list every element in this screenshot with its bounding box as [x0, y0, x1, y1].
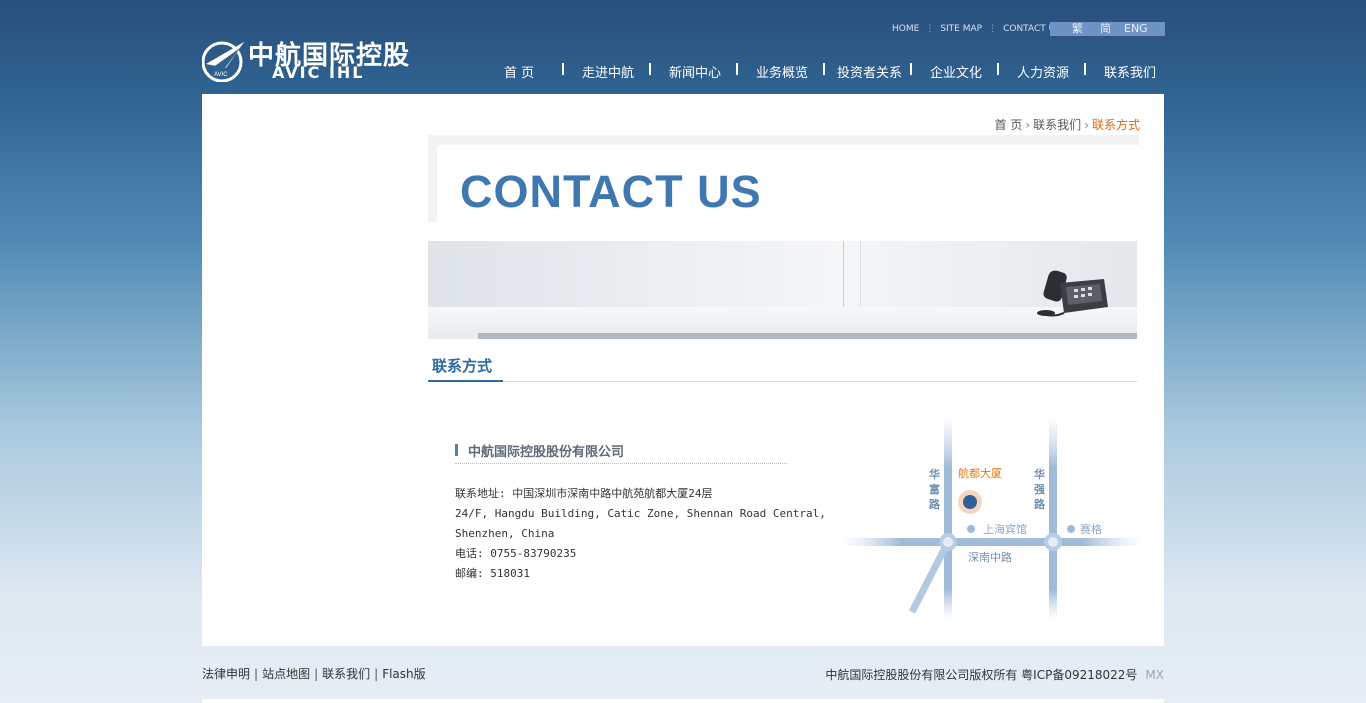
bottom-edge [202, 699, 1164, 703]
logo-mark-text: AVIC [214, 72, 228, 78]
nav-separator [736, 63, 738, 75]
footer-link-sitemap[interactable]: 站点地图 [262, 667, 310, 681]
section-header: 联系方式 [428, 350, 1137, 382]
nav-separator [1084, 63, 1086, 75]
address-english-line2: Shenzhen, China [455, 527, 555, 540]
contact-info: 联系地址: 中国深圳市深南中路中航苑航都大厦24层 24/F, Hangdu B… [455, 484, 826, 584]
map-main-road-label: 深南中路 [968, 551, 1012, 564]
postcode: 邮编: 518031 [455, 567, 530, 580]
toplink-separator: ⋮ [988, 24, 998, 34]
footer-link-flash[interactable]: Flash版 [382, 667, 425, 681]
breadcrumb-arrow-icon: › [1025, 118, 1031, 132]
breadcrumb-home[interactable]: 首 页 [995, 118, 1023, 132]
nav-separator [910, 63, 912, 75]
photo-desk-edge [478, 333, 1137, 339]
company-bar-marker [455, 444, 458, 456]
map-road-right-char1: 华 [1034, 467, 1045, 481]
map-hotel-label: 上海宾馆 [983, 522, 1027, 536]
contact-banner: CONTACT US [428, 135, 1139, 222]
nav-separator [823, 63, 825, 75]
map-road-left-char3: 路 [929, 497, 941, 511]
content-panel: 首 页 › 联系我们 › 联系方式 CONTACT US 联系方式 中航国际控股股份有限… [202, 94, 1164, 646]
nav-item-news[interactable]: 新闻中心 [669, 62, 721, 81]
lang-english[interactable]: ENG [1124, 22, 1148, 36]
toplink-home[interactable]: HOME [892, 24, 919, 34]
map-road-left-char1: 华 [929, 467, 940, 481]
footer-link-legal[interactable]: 法律申明 [202, 667, 250, 681]
map-intersection [943, 537, 953, 547]
footer-separator: | [254, 667, 259, 681]
breadcrumb-arrow-icon: › [1084, 118, 1089, 132]
address-chinese: 联系地址: 中国深圳市深南中路中航苑航都大厦24层 [455, 487, 713, 500]
top-links: HOME ⋮ SITE MAP ⋮ CONTACT US [892, 24, 1061, 34]
nav-item-business[interactable]: 业务概览 [756, 62, 808, 81]
footer-link-contact[interactable]: 联系我们 [322, 667, 370, 681]
avic-logo-icon: AVIC [202, 41, 244, 82]
footer-separator: | [314, 667, 319, 681]
contact-banner-title: CONTACT US [460, 166, 762, 217]
phone-number: 电话: 0755-83790235 [455, 547, 577, 560]
photo-wall-line [860, 241, 861, 309]
footer-mx-mark: MX [1145, 668, 1164, 682]
nav-item-investors[interactable]: 投资者关系 [837, 62, 902, 81]
logo[interactable]: AVIC 中航国际控股 AVIC IHL [202, 36, 412, 84]
lang-traditional[interactable]: 繁 [1072, 22, 1083, 36]
photo-wall-line [843, 241, 844, 309]
map-saige-dot [1067, 525, 1075, 533]
map-building-pin-icon [963, 495, 977, 509]
section-title: 联系方式 [432, 357, 493, 375]
map-road-left-char2: 富 [929, 482, 940, 496]
lang-simplified[interactable]: 简 [1100, 22, 1111, 36]
language-switcher: 繁 简 ENG [1050, 22, 1165, 36]
map-road-right [1049, 416, 1057, 620]
breadcrumb-current: 联系方式 [1091, 118, 1140, 132]
map-main-road [842, 538, 1142, 546]
map-diagonal-road [908, 540, 952, 614]
map-road-right-char2: 强 [1034, 483, 1045, 496]
nav-item-home[interactable]: 首 页 [504, 62, 534, 81]
map-saige-label: 赛格 [1080, 522, 1102, 536]
map-building-label: 航都大厦 [958, 466, 1002, 480]
company-name: 中航国际控股股份有限公司 [468, 445, 625, 460]
footer: 法律申明 | 站点地图 | 联系我们 | Flash版 中航国际控股股份有限公司版权所有 粤… [202, 662, 1164, 684]
map-road-right-char3: 路 [1034, 497, 1046, 511]
nav-separator [997, 63, 999, 75]
map-hotel-dot [967, 525, 975, 533]
copyright-text: 中航国际控股股份有限公司版权所有 粤ICP备09218022号 [825, 668, 1138, 682]
address-english-line1: 24/F, Hangdu Building, Catic Zone, Shenn… [455, 507, 826, 520]
map-road-left [944, 416, 952, 620]
nav-separator [649, 63, 651, 75]
header: AVIC 中航国际控股 AVIC IHL HOME ⋮ SITE MAP ⋮ CONTA… [0, 0, 1366, 94]
office-phone-photo [428, 241, 1137, 339]
breadcrumb: 首 页 › 联系我们 › 联系方式 [995, 116, 1140, 133]
toplink-separator: ⋮ [925, 24, 935, 34]
footer-links: 法律申明 | 站点地图 | 联系我们 | Flash版 [202, 665, 426, 682]
nav-item-about[interactable]: 走进中航 [582, 62, 634, 81]
telephone-icon [1037, 270, 1108, 317]
nav-item-hr[interactable]: 人力资源 [1017, 62, 1069, 81]
map-intersection [1048, 537, 1058, 547]
section-title-underline [428, 380, 503, 382]
footer-copyright: 中航国际控股股份有限公司版权所有 粤ICP备09218022号 MX [825, 666, 1164, 683]
nav-item-contact[interactable]: 联系我们 [1104, 62, 1156, 81]
contact-banner-inner: CONTACT US [437, 145, 1139, 222]
logo-english-name: AVIC IHL [272, 63, 365, 82]
breadcrumb-contact[interactable]: 联系我们 [1033, 118, 1081, 132]
company-heading: 中航国际控股股份有限公司 [455, 441, 787, 464]
location-map: 华 富 路 华 强 路 航都大厦 上海宾馆 赛格 深南中路 [842, 416, 1142, 620]
nav-item-culture[interactable]: 企业文化 [930, 62, 982, 81]
footer-separator: | [374, 667, 379, 681]
toplink-site-map[interactable]: SITE MAP [940, 24, 982, 34]
nav-separator [562, 63, 564, 75]
